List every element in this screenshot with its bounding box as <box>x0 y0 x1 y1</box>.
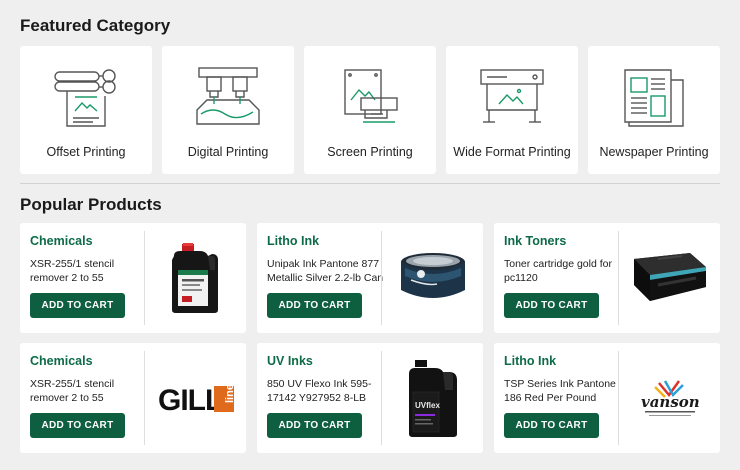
svg-text:vanson: vanson <box>641 393 700 411</box>
screen-printing-icon <box>344 69 398 123</box>
product-description[interactable]: Unipak Ink Pantone 877 Metallic Silver 2… <box>267 257 389 285</box>
product-description[interactable]: TSP Series Ink Pantone 186 Red Per Pound <box>504 377 626 405</box>
add-to-cart-button[interactable]: ADD TO CART <box>30 293 125 318</box>
product-card: Chemicals XSR-255/1 stencil remover 2 to… <box>20 343 246 453</box>
product-description[interactable]: XSR-255/1 stencil remover 2 to 55 <box>30 377 152 405</box>
uv-ink-jug-image: UVflex <box>409 360 457 437</box>
product-category-link[interactable]: Litho Ink <box>267 234 319 248</box>
add-to-cart-button[interactable]: ADD TO CART <box>30 413 125 438</box>
card-divider <box>381 231 382 325</box>
add-to-cart-button[interactable]: ADD TO CART <box>267 413 362 438</box>
popular-products-grid: Chemicals XSR-255/1 stencil remover 2 to… <box>20 223 720 453</box>
category-label: Wide Format Printing <box>453 145 571 159</box>
card-divider <box>144 351 145 445</box>
product-category-link[interactable]: Litho Ink <box>504 354 556 368</box>
popular-products-title: Popular Products <box>20 195 162 214</box>
product-image[interactable] <box>154 233 238 323</box>
category-card-digital-printing[interactable]: Digital Printing <box>162 46 294 174</box>
wide-format-printer-icon <box>480 69 544 123</box>
offset-printing-icon <box>54 69 116 127</box>
product-image[interactable]: vanson <box>628 353 712 443</box>
product-card: Litho Ink TSP Series Ink Pantone 186 Red… <box>494 343 720 453</box>
product-card: Chemicals XSR-255/1 stencil remover 2 to… <box>20 223 246 333</box>
category-card-screen-printing[interactable]: Screen Printing <box>304 46 436 174</box>
product-description[interactable]: 850 UV Flexo Ink 595-17142 Y927952 8-LB <box>267 377 389 405</box>
svg-text:UVflex: UVflex <box>415 401 440 410</box>
card-divider <box>144 231 145 325</box>
card-divider <box>618 231 619 325</box>
product-image[interactable] <box>391 233 475 323</box>
toner-cartridge-image <box>634 253 706 301</box>
newspaper-icon <box>624 69 684 127</box>
product-image[interactable]: GILL line <box>154 353 238 443</box>
product-category-link[interactable]: Chemicals <box>30 234 93 248</box>
product-category-link[interactable]: UV Inks <box>267 354 313 368</box>
category-label: Digital Printing <box>187 145 269 159</box>
category-card-offset-printing[interactable]: Offset Printing <box>20 46 152 174</box>
ink-can-image <box>401 253 465 298</box>
product-description[interactable]: XSR-255/1 stencil remover 2 to 55 <box>30 257 152 285</box>
category-label: Newspaper Printing <box>599 145 709 159</box>
svg-text:line: line <box>224 384 236 403</box>
add-to-cart-button[interactable]: ADD TO CART <box>267 293 362 318</box>
featured-category-row: Offset Printing Digital Printing Screen … <box>20 46 720 174</box>
product-card: Ink Toners Toner cartridge gold for pc11… <box>494 223 720 333</box>
category-card-newspaper-printing[interactable]: Newspaper Printing <box>588 46 720 174</box>
gill-line-logo: GILL line <box>158 384 236 417</box>
svg-text:GILL: GILL <box>158 384 223 417</box>
card-divider <box>618 351 619 445</box>
product-card: Litho Ink Unipak Ink Pantone 877 Metalli… <box>257 223 483 333</box>
category-card-wide-format-printing[interactable]: Wide Format Printing <box>446 46 578 174</box>
product-card: UV Inks 850 UV Flexo Ink 595-17142 Y9279… <box>257 343 483 453</box>
digital-printing-icon <box>196 67 260 125</box>
product-category-link[interactable]: Chemicals <box>30 354 93 368</box>
add-to-cart-button[interactable]: ADD TO CART <box>504 293 599 318</box>
add-to-cart-button[interactable]: ADD TO CART <box>504 413 599 438</box>
product-description[interactable]: Toner cartridge gold for pc1120 <box>504 257 626 285</box>
featured-category-title: Featured Category <box>20 16 171 35</box>
category-label: Offset Printing <box>46 145 126 159</box>
product-image[interactable]: UVflex <box>391 353 475 443</box>
category-label: Screen Printing <box>327 145 413 159</box>
product-category-link[interactable]: Ink Toners <box>504 234 566 248</box>
section-divider <box>20 183 720 184</box>
vanson-logo: vanson <box>641 380 700 416</box>
chemical-jug-image <box>172 243 218 313</box>
card-divider <box>381 351 382 445</box>
product-image[interactable] <box>628 233 712 323</box>
